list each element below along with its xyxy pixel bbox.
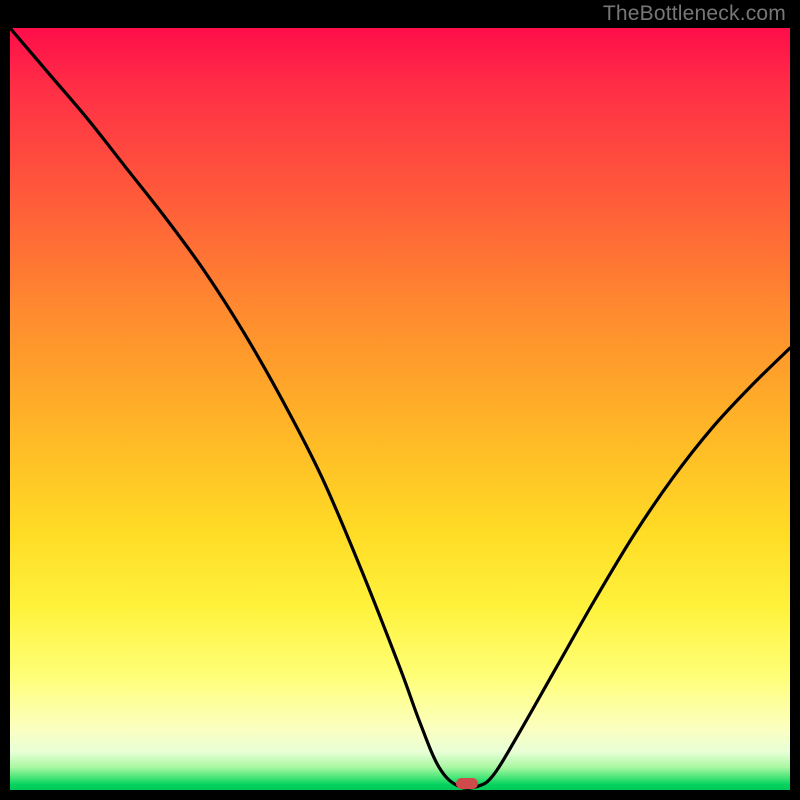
optimal-point-marker: [456, 778, 478, 789]
bottleneck-curve: [10, 28, 790, 790]
chart-frame: TheBottleneck.com: [0, 0, 800, 800]
watermark-text: TheBottleneck.com: [603, 2, 786, 26]
plot-inner: [10, 28, 790, 790]
plot-area: [10, 28, 790, 790]
